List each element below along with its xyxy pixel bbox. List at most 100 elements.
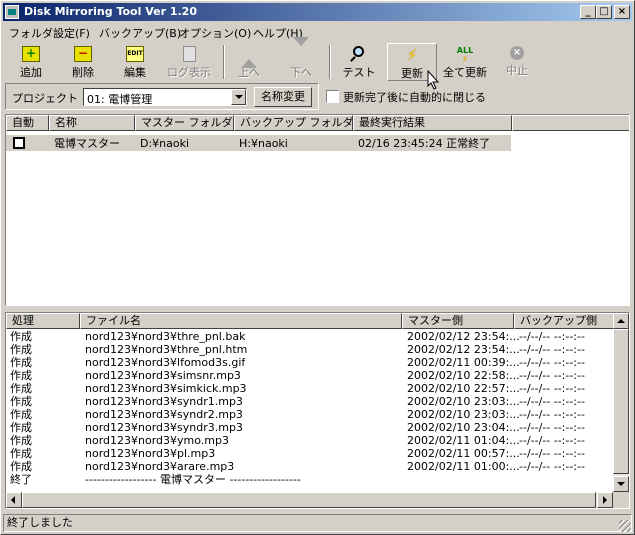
log-backup-time: --/--/-- --:--:-- <box>519 395 585 408</box>
log-backup-time: --/--/-- --:--:-- <box>519 447 585 460</box>
folder-list[interactable]: 自動 名称 マスター フォルダ バックアップ フォルダ 最終実行結果 電博マスタ… <box>5 114 630 306</box>
scroll-right-icon[interactable] <box>597 492 613 508</box>
vertical-scroll-thumb[interactable] <box>613 329 629 474</box>
menu-folder-settings[interactable]: フォルダ設定(F) <box>9 25 90 41</box>
log-master-time: 2002/02/11 00:57:... <box>407 447 520 460</box>
log-action: 作成 <box>10 460 32 473</box>
dropdown-arrow-icon[interactable] <box>231 89 246 105</box>
log-row[interactable]: 作成 nord123¥nord3¥syndr2.mp3 2002/02/10 23:… <box>6 408 613 421</box>
delete-label: 削除 <box>72 66 94 79</box>
column-filename[interactable]: ファイル名 <box>80 313 402 329</box>
log-master-time: 2002/02/10 23:04:... <box>407 421 520 434</box>
log-row[interactable]: 作成 nord123¥nord3¥ymo.mp3 2002/02/11 01:04:… <box>6 434 613 447</box>
status-bar: 終了しました <box>3 512 632 533</box>
log-row[interactable]: 作成 nord123¥nord3¥pl.mp3 2002/02/11 00:57:.… <box>6 447 613 460</box>
magnifier-icon <box>350 46 368 62</box>
log-row[interactable]: 作成 nord123¥nord3¥thre_pnl.htm 2002/02/12 2… <box>6 343 613 356</box>
delete-button[interactable]: − 削除 <box>59 43 107 81</box>
log-list[interactable]: 処理 ファイル名 マスター側 バックアップ側 作成 nord123¥nord3¥t… <box>5 312 630 509</box>
add-folder-icon: + <box>22 46 40 62</box>
rename-button[interactable]: 名称変更 <box>254 87 312 107</box>
column-master-side[interactable]: マスター側 <box>402 313 514 329</box>
last-result: 02/16 23:45:24 正常終了 <box>358 137 491 150</box>
maximize-button[interactable]: □ <box>596 5 612 19</box>
log-filename: nord123¥nord3¥thre_pnl.htm <box>85 343 248 356</box>
log-row[interactable]: 終了 ------------------ 電博マスター ------------… <box>6 473 613 486</box>
scroll-corner <box>613 492 629 508</box>
folder-row[interactable]: 電博マスター D:¥naoki H:¥naoki 02/16 23:45:24 … <box>6 135 511 151</box>
move-down-button[interactable]: 下へ <box>277 37 325 81</box>
log-filename: nord123¥nord3¥ymo.mp3 <box>85 434 229 447</box>
log-backup-time: --/--/-- --:--:-- <box>519 408 585 421</box>
update-all-icon: ALL ⚡ <box>456 46 474 65</box>
update-all-label: 全て更新 <box>443 66 487 79</box>
log-backup-time: --/--/-- --:--:-- <box>519 356 585 369</box>
log-action: 作成 <box>10 369 32 382</box>
stop-button[interactable]: × 中止 <box>493 43 541 81</box>
log-row[interactable]: 作成 nord123¥nord3¥lfomod3s.gif 2002/02/11 0… <box>6 356 613 369</box>
column-auto[interactable]: 自動 <box>6 115 49 131</box>
log-row[interactable]: 作成 nord123¥nord3¥simsnr.mp3 2002/02/10 22:… <box>6 369 613 382</box>
log-action: 作成 <box>10 330 32 343</box>
title-bar[interactable]: Disk Mirroring Tool Ver 1.20 _ □ × <box>3 3 632 21</box>
minimize-button[interactable]: _ <box>580 5 596 19</box>
log-action: 作成 <box>10 434 32 447</box>
column-name[interactable]: 名称 <box>49 115 135 131</box>
scroll-left-icon[interactable] <box>6 492 22 508</box>
column-backup-side[interactable]: バックアップ側 <box>514 313 615 329</box>
log-master-time: 2002/02/10 22:58:... <box>407 369 520 382</box>
scroll-up-icon[interactable] <box>613 313 629 329</box>
stop-label: 中止 <box>506 64 528 77</box>
menu-backup[interactable]: バックアップ(B) <box>99 25 181 41</box>
column-backup-folder[interactable]: バックアップ フォルダ <box>234 115 353 131</box>
test-button[interactable]: テスト <box>335 43 383 81</box>
log-row[interactable]: 作成 nord123¥nord3¥syndr3.mp3 2002/02/10 23:… <box>6 421 613 434</box>
project-bar: プロジェクト 01: 電博管理 名称変更 更新完了後に自動的に閉じる <box>3 83 632 111</box>
column-master-folder[interactable]: マスター フォルダ <box>135 115 234 131</box>
log-backup-time: --/--/-- --:--:-- <box>519 330 585 343</box>
backup-folder: H:¥naoki <box>239 137 288 150</box>
log-filename: nord123¥nord3¥syndr1.mp3 <box>85 395 243 408</box>
log-vertical-scrollbar[interactable] <box>613 313 629 492</box>
auto-close-checkbox[interactable] <box>326 90 339 103</box>
log-filename: nord123¥nord3¥syndr2.mp3 <box>85 408 243 421</box>
add-button[interactable]: + 追加 <box>7 43 55 81</box>
resize-grip-icon[interactable] <box>619 520 631 532</box>
update-all-button[interactable]: ALL ⚡ 全て更新 <box>439 43 491 81</box>
log-row[interactable]: 作成 nord123¥nord3¥thre_pnl.bak 2002/02/12 2… <box>6 330 613 343</box>
app-icon[interactable] <box>5 5 19 19</box>
log-action: 作成 <box>10 356 32 369</box>
edit-label: 編集 <box>124 66 146 79</box>
log-master-time: 2002/02/11 01:04:... <box>407 434 520 447</box>
close-button[interactable]: × <box>614 5 630 19</box>
window-title: Disk Mirroring Tool Ver 1.20 <box>24 5 197 18</box>
log-horizontal-scrollbar[interactable] <box>6 492 613 508</box>
log-master-time: 2002/02/11 00:39:... <box>407 356 520 369</box>
scroll-down-icon[interactable] <box>613 476 629 492</box>
project-select[interactable]: 01: 電博管理 <box>83 88 247 106</box>
log-master-time: 2002/02/12 23:54:... <box>407 330 520 343</box>
column-last-result[interactable]: 最終実行結果 <box>353 115 512 131</box>
test-label: テスト <box>342 66 376 79</box>
log-backup-time: --/--/-- --:--:-- <box>519 460 585 473</box>
lightning-icon: ⚡ <box>406 46 418 64</box>
toolbar: + 追加 − 削除 EDIT 編集 ログ表示 上へ 下へ テスト ⚡ 更新 AL… <box>3 37 632 81</box>
column-action[interactable]: 処理 <box>6 313 80 329</box>
folder-name: 電博マスター <box>54 137 120 150</box>
move-up-button[interactable]: 上へ <box>225 43 273 81</box>
log-view-button[interactable]: ログ表示 <box>161 43 217 81</box>
log-master-time: 2002/02/10 23:03:... <box>407 395 520 408</box>
log-backup-time: --/--/-- --:--:-- <box>519 421 585 434</box>
log-backup-time: --/--/-- --:--:-- <box>519 434 585 447</box>
menu-options[interactable]: オプション(O) <box>179 25 251 41</box>
move-down-label: 下へ <box>290 66 312 79</box>
edit-button[interactable]: EDIT 編集 <box>111 43 159 81</box>
horizontal-scroll-thumb[interactable] <box>22 492 596 508</box>
toolbar-separator <box>329 45 331 79</box>
arrow-up-icon <box>240 46 258 68</box>
log-row[interactable]: 作成 nord123¥nord3¥arare.mp3 2002/02/11 01:0… <box>6 460 613 473</box>
auto-checkbox[interactable] <box>13 137 25 149</box>
log-row[interactable]: 作成 nord123¥nord3¥syndr1.mp3 2002/02/10 23:… <box>6 395 613 408</box>
project-select-value: 01: 電博管理 <box>87 93 153 106</box>
log-row[interactable]: 作成 nord123¥nord3¥simkick.mp3 2002/02/10 22… <box>6 382 613 395</box>
